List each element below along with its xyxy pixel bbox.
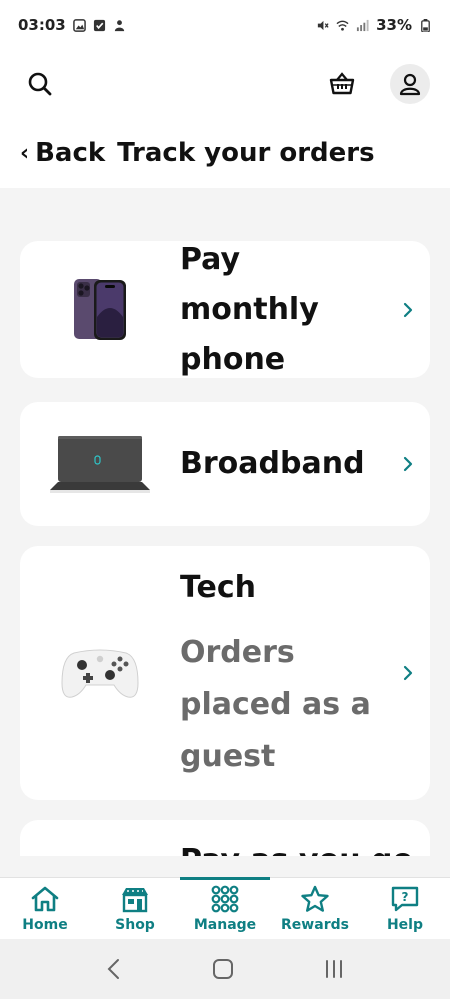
system-recents-icon[interactable] <box>322 957 346 981</box>
order-title-continued: phone <box>180 341 286 377</box>
nav-manage-label: Manage <box>193 916 257 933</box>
order-title: Pay monthly <box>180 241 319 327</box>
order-subtitle-continued: guest <box>180 739 276 774</box>
order-card-pay-monthly-phone[interactable]: Pay monthly phone <box>20 241 430 378</box>
app-bar-actions <box>322 64 430 104</box>
account-button[interactable] <box>390 64 430 104</box>
star-icon <box>301 885 329 912</box>
nav-shop[interactable]: Shop <box>90 878 180 939</box>
nav-manage[interactable]: Manage <box>180 877 270 939</box>
basket-icon <box>329 72 355 95</box>
back-label: Back <box>35 138 106 168</box>
order-subtitle: Orders <box>180 635 295 670</box>
order-card-body: Tech Orders placed as a guest <box>180 563 386 783</box>
status-left: 03:03 <box>18 16 126 34</box>
nav-rewards-label: Rewards <box>281 916 349 933</box>
status-right: 33% <box>316 16 432 34</box>
system-navigation <box>0 939 450 999</box>
nav-rewards[interactable]: Rewards <box>270 878 360 939</box>
check-notification-icon <box>93 19 105 31</box>
nav-help-label: Help <box>386 916 424 933</box>
order-title: Tech <box>180 570 256 605</box>
app-bar <box>0 50 450 118</box>
basket-button[interactable] <box>322 64 362 104</box>
signal-icon <box>357 19 369 31</box>
order-subtitle-continued: placed as a <box>180 687 371 722</box>
order-card-tech[interactable]: Tech Orders placed as a guest <box>20 546 430 800</box>
controller-image <box>20 643 180 703</box>
chevron-right-icon <box>386 664 430 682</box>
orders-list[interactable]: Pay monthly phone Broadband Tech Orders … <box>0 188 450 856</box>
user-icon <box>399 73 421 96</box>
order-card-body: Pay monthly phone <box>180 235 386 385</box>
wifi-icon <box>336 20 349 31</box>
app-notification-icon <box>114 19 124 31</box>
gallery-notification-icon <box>72 18 86 32</box>
system-home-icon[interactable] <box>211 957 235 981</box>
bottom-navigation: Home Shop Manage Rewards ? Help <box>0 877 450 939</box>
mute-icon <box>317 20 329 30</box>
title-bar: ‹ Back Track your orders <box>0 118 450 188</box>
router-image <box>20 432 180 496</box>
nav-shop-label: Shop <box>115 916 155 933</box>
back-button[interactable]: ‹ Back <box>20 138 105 168</box>
chevron-left-icon: ‹ <box>20 140 30 166</box>
help-icon: ? <box>391 886 419 911</box>
order-title: Broadband <box>180 446 365 481</box>
order-card-pay-as-you-go[interactable]: Pay as you go <box>20 820 430 856</box>
page-title: Track your orders <box>117 138 375 168</box>
order-card-body: Pay as you go <box>180 836 430 856</box>
shop-icon <box>122 887 148 912</box>
home-icon <box>31 886 59 911</box>
nav-home-label: Home <box>22 916 68 933</box>
grid-icon <box>211 885 239 912</box>
status-bar: 03:03 33% <box>0 0 450 50</box>
iphone-image <box>20 277 180 343</box>
order-card-broadband[interactable]: Broadband <box>20 402 430 526</box>
search-button[interactable] <box>20 64 60 104</box>
chevron-right-icon <box>386 301 430 319</box>
order-title: Pay as you go <box>180 836 430 856</box>
svg-text:?: ? <box>402 890 409 904</box>
status-time: 03:03 <box>18 16 66 34</box>
nav-home[interactable]: Home <box>0 878 90 939</box>
system-back-icon[interactable] <box>104 957 124 981</box>
nav-help[interactable]: ? Help <box>360 878 450 939</box>
battery-icon <box>421 18 430 32</box>
battery-percent: 33% <box>376 16 412 34</box>
order-card-body: Broadband <box>180 439 386 489</box>
chevron-right-icon <box>386 455 430 473</box>
search-icon <box>28 72 52 96</box>
